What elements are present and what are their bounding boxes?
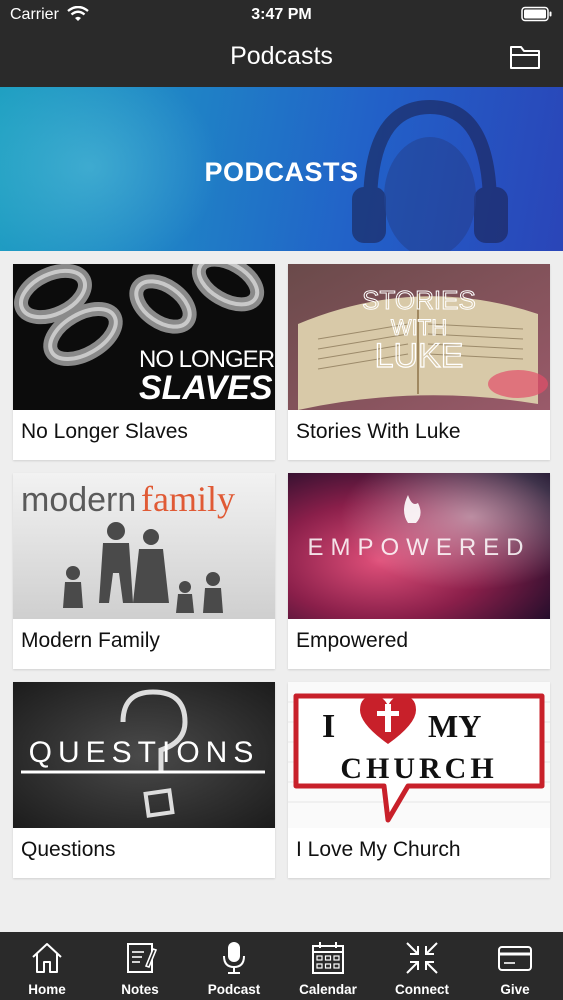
podcast-label: No Longer Slaves: [21, 420, 188, 443]
tab-label: Podcast: [207, 982, 261, 997]
art-text-my: MY: [428, 708, 481, 744]
art-text-slaves: SLAVES: [139, 369, 273, 407]
nav-bar: Podcasts: [0, 30, 563, 87]
art-text-church: CHURCH: [340, 752, 497, 785]
no-longer-slaves-artwork: NO LONGER SLAVES: [13, 264, 275, 410]
tab-label: Notes: [121, 982, 159, 997]
art-text-modern: modern: [21, 481, 136, 519]
tab-label: Calendar: [299, 982, 357, 997]
podcast-card-stories-with-luke[interactable]: STORIES WITH LUKE Stories With Luke: [288, 264, 550, 460]
tab-notes[interactable]: Notes: [93, 932, 187, 1000]
art-text-i: I: [322, 708, 335, 745]
art-text-stories: STORIES: [362, 285, 476, 315]
podcast-label: Modern Family: [21, 629, 160, 652]
tab-label: Connect: [395, 982, 449, 997]
podcast-label: Stories With Luke: [296, 420, 461, 443]
tab-label: Give: [500, 982, 530, 997]
notes-icon: [127, 943, 158, 973]
credit-card-icon: [498, 946, 532, 971]
podcast-card-questions[interactable]: QUESTIONS Questions: [13, 682, 275, 878]
tab-connect[interactable]: Connect: [375, 932, 469, 1000]
tab-give[interactable]: Give: [468, 932, 562, 1000]
tab-home[interactable]: Home: [0, 932, 94, 1000]
status-time: 3:47 PM: [251, 6, 312, 23]
tab-bar: Home Notes Podcast Calendar Connect Give: [0, 932, 563, 1000]
connect-icon: [406, 942, 438, 974]
stories-with-luke-artwork: STORIES WITH LUKE: [288, 264, 550, 410]
banner-title: PODCASTS: [204, 157, 359, 187]
folder-icon[interactable]: [509, 43, 541, 71]
podcast-card-modern-family[interactable]: modern family Modern Family: [13, 473, 275, 669]
tab-label: Home: [28, 982, 66, 997]
i-love-my-church-artwork: I MY CHURCH: [288, 682, 550, 828]
art-text-questions: QUESTIONS: [29, 736, 260, 769]
podcast-label: Empowered: [296, 629, 409, 652]
page-title: Podcasts: [230, 42, 333, 70]
status-bar: Carrier 3:47 PM: [0, 0, 563, 30]
podcast-card-no-longer-slaves[interactable]: NO LONGER SLAVES No Longer Slaves: [13, 264, 275, 460]
calendar-icon: [312, 942, 344, 974]
podcast-label: I Love My Church: [296, 838, 461, 861]
tab-calendar[interactable]: Calendar: [281, 932, 375, 1000]
art-text-empowered: EMPOWERED: [307, 534, 530, 561]
art-text-luke: LUKE: [375, 337, 464, 375]
battery-icon: [521, 6, 552, 22]
home-icon: [32, 943, 62, 973]
tab-podcast[interactable]: Podcast: [187, 932, 281, 1000]
empowered-artwork: EMPOWERED: [288, 473, 550, 619]
modern-family-artwork: modern family: [13, 473, 275, 619]
art-text-family: family: [141, 479, 235, 519]
podcasts-banner: PODCASTS: [0, 87, 563, 251]
podcast-card-empowered[interactable]: EMPOWERED Empowered: [288, 473, 550, 669]
podcast-card-i-love-my-church[interactable]: I MY CHURCH I Love My Church: [288, 682, 550, 878]
questions-artwork: QUESTIONS: [13, 682, 275, 828]
podcast-label: Questions: [21, 838, 116, 861]
microphone-icon: [223, 942, 245, 974]
